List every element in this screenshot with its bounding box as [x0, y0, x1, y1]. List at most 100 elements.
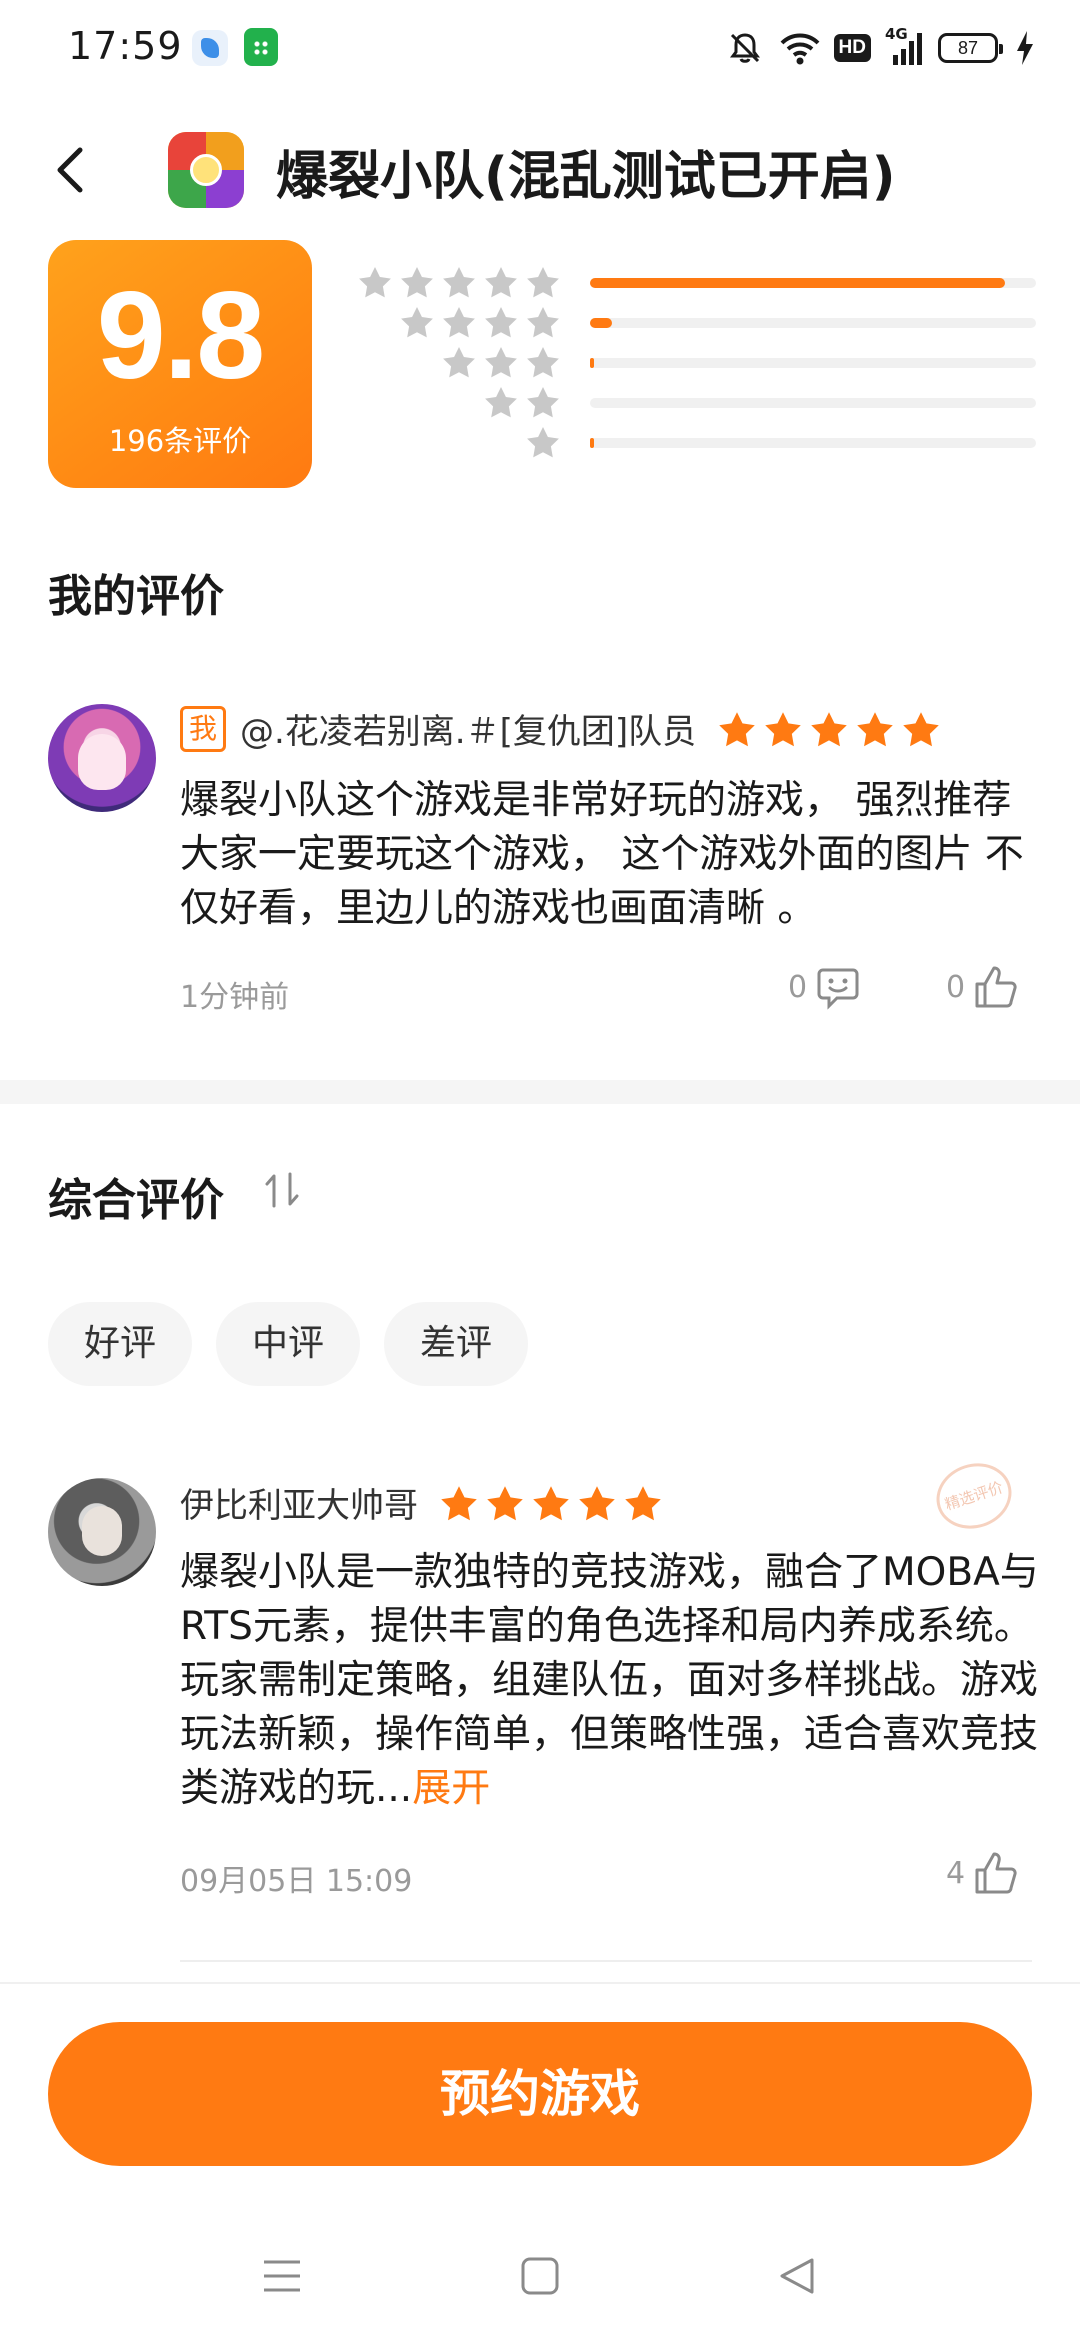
- review-stars: [440, 1485, 662, 1521]
- star-icon: [401, 307, 433, 338]
- charging-icon: [1014, 29, 1036, 67]
- rating-row-2-star: [346, 382, 1036, 422]
- star-icon: [527, 307, 559, 338]
- sort-icon: [265, 1172, 299, 1208]
- rating-row-stars: [400, 306, 560, 338]
- rating-bar-track: [590, 438, 1036, 448]
- review-body: 爆裂小队是一款独特的竞技游戏，融合了MOBA与RTS元素，提供丰富的角色选择和局…: [180, 1550, 1039, 1811]
- rating-bar-track: [590, 358, 1036, 368]
- status-bar: 17:59 HD 4G 87: [0, 0, 1080, 96]
- rating-bar-fill: [590, 438, 595, 448]
- signal-icon: 4G: [885, 25, 922, 65]
- like-button[interactable]: 0: [946, 964, 1019, 1010]
- expand-link[interactable]: 展开: [412, 1766, 490, 1811]
- reply-icon: [817, 968, 859, 1010]
- star-icon: [579, 1485, 615, 1520]
- rating-bar-fill: [590, 278, 1005, 288]
- back-triangle-icon: [780, 2258, 814, 2294]
- star-icon: [401, 267, 433, 298]
- filter-negative[interactable]: 差评: [384, 1302, 529, 1386]
- system-back-button[interactable]: [768, 2246, 828, 2306]
- review-time: 1分钟前: [180, 980, 290, 1015]
- back-icon: [57, 147, 83, 193]
- rating-score: 9.8: [96, 267, 265, 405]
- star-icon: [533, 1485, 569, 1520]
- review-username[interactable]: 伊比利亚大帅哥: [180, 1478, 418, 1527]
- avatar[interactable]: [48, 704, 156, 812]
- star-icon: [527, 427, 559, 458]
- star-icon: [765, 711, 801, 746]
- star-icon: [485, 387, 517, 418]
- rating-bar-track: [590, 398, 1036, 408]
- review-text[interactable]: 爆裂小队是一款独特的竞技游戏，融合了MOBA与RTS元素，提供丰富的角色选择和局…: [180, 1546, 1040, 1816]
- hd-badge: HD: [833, 34, 871, 62]
- star-icon: [443, 267, 475, 298]
- star-icon: [443, 307, 475, 338]
- star-icon: [527, 347, 559, 378]
- like-count: 4: [946, 1855, 966, 1891]
- review-stars: [718, 711, 940, 747]
- star-icon: [485, 267, 517, 298]
- my-review-title: 我的评价: [48, 571, 224, 622]
- rating-bar-fill: [590, 318, 613, 328]
- star-icon: [359, 267, 391, 298]
- like-button[interactable]: 4: [946, 1850, 1019, 1896]
- reply-button[interactable]: 0: [788, 964, 861, 1010]
- recent-apps-button[interactable]: [252, 2246, 312, 2306]
- menu-icon: [264, 2260, 300, 2292]
- battery-indicator: 87: [938, 33, 1003, 63]
- rating-score-card: 9.8 196条评价: [48, 240, 312, 488]
- rating-row-1-star: [346, 422, 1036, 462]
- rating-row-stars: [484, 386, 560, 418]
- page-header: 爆裂小队(混乱测试已开启): [0, 120, 1080, 220]
- rating-distribution: [346, 262, 1036, 462]
- wifi-icon: [780, 29, 819, 67]
- rating-row-stars: [526, 426, 560, 458]
- star-icon: [441, 1485, 477, 1520]
- star-icon: [527, 387, 559, 418]
- sort-button[interactable]: [262, 1168, 302, 1212]
- rating-row-stars: [442, 346, 560, 378]
- star-icon: [485, 347, 517, 378]
- silent-icon: [726, 29, 764, 67]
- page-title: 爆裂小队(混乱测试已开启): [276, 147, 896, 207]
- star-icon: [903, 711, 939, 746]
- rating-bar-track: [590, 318, 1036, 328]
- avatar[interactable]: [48, 1478, 156, 1586]
- rating-row-stars: [358, 266, 560, 298]
- me-badge: 我: [180, 705, 226, 752]
- home-button[interactable]: [510, 2246, 570, 2306]
- review-username[interactable]: @.花凌若别离.＃[复仇团]队员: [240, 704, 696, 753]
- game-app-icon: [168, 132, 244, 208]
- section-divider: [0, 1080, 1080, 1104]
- star-icon: [811, 711, 847, 746]
- notification-app-icon-2: [244, 28, 278, 66]
- like-icon: [975, 966, 1017, 1008]
- rating-row-5-star: [346, 262, 1036, 302]
- reserve-game-button[interactable]: 预约游戏: [48, 2022, 1032, 2166]
- star-icon: [487, 1485, 523, 1520]
- review-header: 伊比利亚大帅哥: [180, 1478, 662, 1527]
- like-icon: [975, 1852, 1017, 1894]
- star-icon: [857, 711, 893, 746]
- filter-neutral[interactable]: 中评: [216, 1302, 361, 1386]
- review-time: 09月05日 15:09: [180, 1864, 413, 1899]
- filter-positive[interactable]: 好评: [48, 1302, 193, 1386]
- back-button[interactable]: [44, 140, 104, 200]
- system-nav-bar: [0, 2230, 1080, 2340]
- rating-count: 196条评价: [108, 424, 252, 458]
- home-icon: [521, 2257, 559, 2295]
- overall-review-title: 综合评价: [48, 1175, 224, 1226]
- filter-chips: 好评 中评 差评: [48, 1302, 529, 1386]
- clock: 17:59: [68, 24, 183, 68]
- my-review-text[interactable]: 爆裂小队这个游戏是非常好玩的游戏， 强烈推荐大家一定要玩这个游戏， 这个游戏外面…: [180, 774, 1040, 936]
- star-icon: [485, 307, 517, 338]
- reply-count: 0: [788, 969, 808, 1005]
- notification-app-icon: [192, 30, 228, 66]
- star-icon: [527, 267, 559, 298]
- star-icon: [719, 711, 755, 746]
- rating-row-3-star: [346, 342, 1036, 382]
- like-count: 0: [946, 969, 966, 1005]
- review-divider: [180, 1960, 1032, 1962]
- rating-row-4-star: [346, 302, 1036, 342]
